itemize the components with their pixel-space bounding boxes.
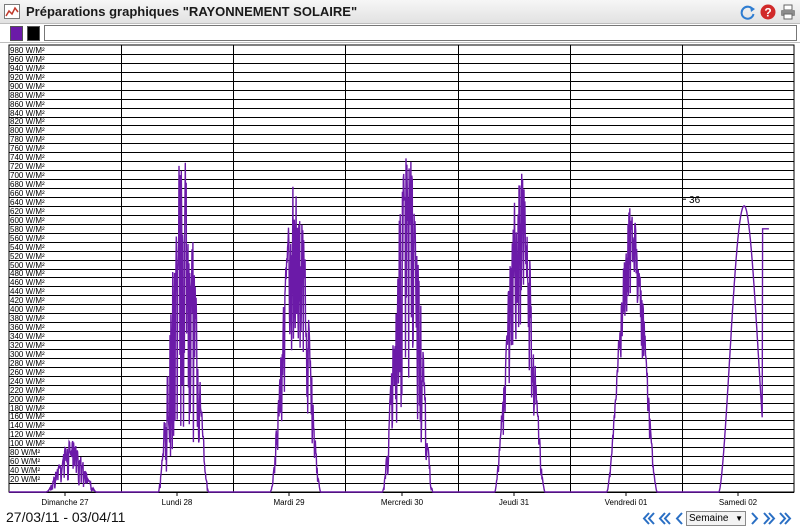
y-tick-label: 100 W/M² xyxy=(10,439,45,448)
svg-text:?: ? xyxy=(764,6,771,20)
y-tick-label: 980 W/M² xyxy=(10,46,45,55)
y-tick-label: 60 W/M² xyxy=(10,457,41,466)
y-tick-label: 860 W/M² xyxy=(10,100,45,109)
y-tick-label: 680 W/M² xyxy=(10,180,45,189)
x-tick-label: Vendredi 01 xyxy=(605,498,648,507)
y-tick-label: 920 W/M² xyxy=(10,73,45,82)
y-tick-label: 640 W/M² xyxy=(10,198,45,207)
y-tick-label: 280 W/M² xyxy=(10,359,45,368)
chevron-down-icon: ▼ xyxy=(735,514,743,523)
y-tick-label: 460 W/M² xyxy=(10,278,45,287)
y-tick-label: 300 W/M² xyxy=(10,350,45,359)
y-tick-label: 600 W/M² xyxy=(10,216,45,225)
y-tick-label: 220 W/M² xyxy=(10,386,45,395)
help-icon[interactable]: ? xyxy=(760,4,776,20)
y-tick-label: 80 W/M² xyxy=(10,448,41,457)
prev-fast-icon[interactable] xyxy=(658,511,672,526)
y-tick-label: 820 W/M² xyxy=(10,117,45,126)
y-tick-label: 760 W/M² xyxy=(10,144,45,153)
y-tick-label: 40 W/M² xyxy=(10,466,41,475)
prev-icon[interactable] xyxy=(674,511,684,526)
y-tick-label: 180 W/M² xyxy=(10,404,45,413)
y-tick-label: 620 W/M² xyxy=(10,207,45,216)
y-tick-label: 880 W/M² xyxy=(10,91,45,100)
y-tick-label: 560 W/M² xyxy=(10,234,45,243)
x-tick-label: Dimanche 27 xyxy=(41,498,89,507)
period-select-value: Semaine xyxy=(689,513,729,524)
date-range: 27/03/11 - 03/04/11 xyxy=(6,509,126,525)
y-tick-label: 960 W/M² xyxy=(10,55,45,64)
y-tick-label: 500 W/M² xyxy=(10,261,45,270)
plot-frame xyxy=(8,44,795,493)
chart-icon xyxy=(4,4,20,19)
legend-swatch-purple[interactable] xyxy=(10,26,23,41)
next-icon[interactable] xyxy=(750,511,760,526)
y-tick-label: 360 W/M² xyxy=(10,323,45,332)
y-tick-label: 400 W/M² xyxy=(10,305,45,314)
y-tick-label: 840 W/M² xyxy=(10,109,45,118)
x-tick-label: Samedi 02 xyxy=(719,498,758,507)
title-bar: Préparations graphiques "RAYONNEMENT SOL… xyxy=(0,0,800,24)
y-tick-label: 160 W/M² xyxy=(10,412,45,421)
window-title: Préparations graphiques "RAYONNEMENT SOL… xyxy=(26,4,358,19)
legend-swatch-black[interactable] xyxy=(27,26,40,41)
y-tick-label: 940 W/M² xyxy=(10,64,45,73)
x-tick-label: Mardi 29 xyxy=(273,498,305,507)
y-tick-label: 140 W/M² xyxy=(10,421,45,430)
next-fast-icon[interactable] xyxy=(762,511,776,526)
y-tick-label: 120 W/M² xyxy=(10,430,45,439)
x-tick-label: Lundi 28 xyxy=(162,498,193,507)
print-icon[interactable] xyxy=(780,4,796,20)
y-tick-label: 540 W/M² xyxy=(10,243,45,252)
y-tick-label: 580 W/M² xyxy=(10,225,45,234)
y-tick-label: 420 W/M² xyxy=(10,296,45,305)
y-tick-label: 660 W/M² xyxy=(10,189,45,198)
legend-bar xyxy=(0,24,800,43)
legend-field xyxy=(44,25,797,41)
y-tick-label: 20 W/M² xyxy=(10,475,41,484)
y-tick-label: 320 W/M² xyxy=(10,341,45,350)
y-tick-label: 480 W/M² xyxy=(10,269,45,278)
y-tick-label: 800 W/M² xyxy=(10,126,45,135)
y-tick-label: 440 W/M² xyxy=(10,287,45,296)
x-tick-label: Jeudi 31 xyxy=(499,498,530,507)
y-tick-label: 700 W/M² xyxy=(10,171,45,180)
y-tick-label: 780 W/M² xyxy=(10,135,45,144)
first-icon[interactable] xyxy=(642,511,656,526)
period-select[interactable]: Semaine ▼ xyxy=(686,511,746,526)
refresh-icon[interactable] xyxy=(740,4,756,20)
annotation-label: 36 xyxy=(689,195,701,206)
x-tick-label: Mercredi 30 xyxy=(381,498,424,507)
y-tick-label: 340 W/M² xyxy=(10,332,45,341)
y-tick-label: 900 W/M² xyxy=(10,82,45,91)
y-tick-label: 260 W/M² xyxy=(10,368,45,377)
y-tick-label: 200 W/M² xyxy=(10,395,45,404)
y-tick-label: 720 W/M² xyxy=(10,162,45,171)
y-tick-label: 380 W/M² xyxy=(10,314,45,323)
y-tick-label: 520 W/M² xyxy=(10,252,45,261)
last-icon[interactable] xyxy=(778,511,792,526)
chart-area: 20 W/M²40 W/M²60 W/M²80 W/M²100 W/M²120 … xyxy=(8,44,795,507)
y-tick-label: 740 W/M² xyxy=(10,153,45,162)
y-tick-label: 240 W/M² xyxy=(10,377,45,386)
